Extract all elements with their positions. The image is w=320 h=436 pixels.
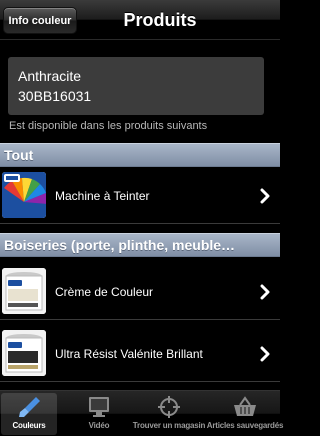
product-label: Ultra Résist Valénite Brillant [55,347,203,361]
tab-couleurs[interactable]: Couleurs [1,393,57,435]
brush-icon [19,397,40,417]
section-header-boiseries: Boiseries (porte, plinthe, meuble… [0,233,280,257]
list-item[interactable]: Machine à Teinter [0,168,280,224]
chevron-right-icon [260,188,270,204]
crosshair-icon [158,396,180,418]
monitor-icon [89,397,109,417]
section-header-tout: Tout [0,143,280,167]
chevron-right-icon [260,284,270,300]
dulux-color-fan-thumb [2,172,46,218]
tab-label: Trouver un magasin [132,421,206,430]
chevron-right-icon [260,346,270,362]
availability-text: Est disponible dans les produits suivant… [9,120,208,132]
color-code: 30BB16031 [18,88,92,104]
page-title: Produits [123,9,197,30]
back-button[interactable]: Info couleur [3,7,77,34]
navigation-bar: Info couleur Produits [0,0,280,40]
tab-trouver-magasin[interactable]: Trouver un magasin [133,393,205,435]
basket-icon [234,396,256,416]
list-item[interactable]: Ultra Résist Valénite Brillant [0,326,280,382]
paint-can-thumb [2,268,46,314]
color-info-box: Anthracite 30BB16031 [8,57,264,115]
tab-label: Couleurs [12,421,46,430]
paint-can-thumb [2,330,46,376]
product-label: Machine à Teinter [55,189,150,203]
tab-articles-sauvegardes[interactable]: Articles sauvegardés [207,393,283,435]
list-item[interactable]: Crème de Couleur [0,264,280,320]
product-label: Crème de Couleur [55,285,154,299]
tab-video[interactable]: Vidéo [71,393,127,435]
tab-bar: Couleurs Vidéo Trouver un magasin Articl… [0,390,283,436]
tab-label: Vidéo [88,421,110,430]
tab-label: Articles sauvegardés [206,421,284,430]
color-name: Anthracite [18,68,82,84]
